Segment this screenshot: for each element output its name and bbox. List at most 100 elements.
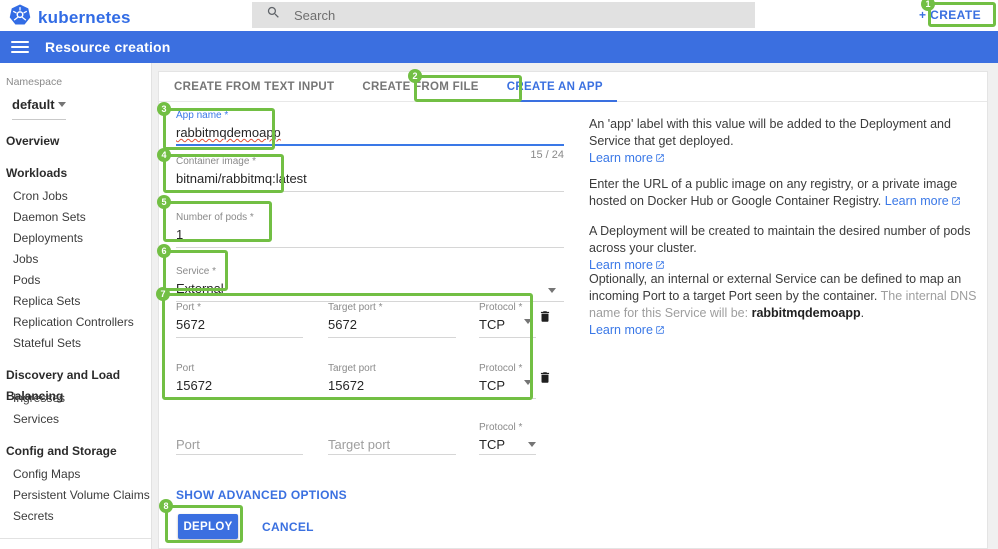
learn-more-link[interactable]: Learn more [885,194,961,208]
help-service: Optionally, an internal or external Serv… [589,271,981,339]
sidebar-item-replica-sets[interactable]: Replica Sets [0,291,151,312]
sidebar-item-persistent-volume-claims[interactable]: Persistent Volume Claims [0,485,151,506]
delete-port-mapping-button[interactable] [536,370,554,388]
kubernetes-wheel-icon [9,4,31,31]
menu-icon[interactable] [11,41,29,53]
target-port-input[interactable]: 15672 [328,378,456,395]
page-toolbar: Resource creation [0,31,998,63]
search-icon [266,5,281,25]
create-button[interactable]: + CREATE [910,3,990,27]
protocol-field[interactable]: Protocol * TCP [479,302,536,338]
port-input[interactable]: Port [176,437,200,454]
help-container-image: Enter the URL of a public image on any r… [589,176,981,210]
target-port-field[interactable]: Target port * 5672 [328,302,456,338]
service-field[interactable]: Service * External [176,266,564,302]
trash-icon [538,373,552,388]
protocol-select[interactable]: TCP [479,437,505,454]
namespace-value: default [12,97,55,112]
container-image-field[interactable]: Container image * bitnami/rabbitmq:lates… [176,156,564,192]
container-image-input[interactable]: bitnami/rabbitmq:latest [176,171,564,188]
sidebar-item-deployments[interactable]: Deployments [0,228,151,249]
sidebar-item-overview[interactable]: Overview [0,131,151,152]
app-name-underline [176,144,564,146]
protocol-label: Protocol * [479,422,522,433]
tab-create-an-app[interactable]: CREATE AN APP [493,72,617,102]
delete-port-mapping-button[interactable] [536,309,554,327]
app-name-field[interactable]: App name * rabbitmqdemoapp 15 / 24 [176,110,564,161]
sidebar-item-secrets[interactable]: Secrets [0,506,151,527]
cancel-button[interactable]: CANCEL [262,520,314,534]
help-number-of-pods: A Deployment will be created to maintain… [589,223,981,274]
show-advanced-options-link[interactable]: SHOW ADVANCED OPTIONS [176,488,347,502]
form-actions: DEPLOY CANCEL [178,514,314,539]
number-of-pods-field[interactable]: Number of pods * 1 [176,212,564,248]
create-tabs: CREATE FROM TEXT INPUT CREATE FROM FILE … [159,72,987,102]
sidebar-section-discovery[interactable]: Discovery and Load Balancing [0,365,151,386]
sidebar-item-cron-jobs[interactable]: Cron Jobs [0,186,151,207]
chevron-down-icon [528,442,536,447]
service-label: Service * [176,266,564,277]
sidebar-item-stateful-sets[interactable]: Stateful Sets [0,333,151,354]
tab-create-from-file[interactable]: CREATE FROM FILE [348,72,492,102]
port-label: Port [176,363,303,374]
kubernetes-logo[interactable]: kubernetes [9,4,131,31]
sidebar-item-jobs[interactable]: Jobs [0,249,151,270]
learn-more-link[interactable]: Learn more [589,323,665,337]
port-label: Port * [176,302,303,313]
port-mapping-row: Port 15672 Target port 15672 Protocol * … [176,363,564,399]
learn-more-link[interactable]: Learn more [589,151,665,165]
sidebar-section-config-storage[interactable]: Config and Storage [0,441,151,462]
search-input[interactable]: Search [252,2,755,28]
port-field[interactable]: Port * 5672 [176,302,303,338]
target-port-field[interactable]: Target port 15672 [328,363,456,399]
service-select[interactable]: External [176,281,564,298]
chevron-down-icon [524,380,532,385]
sidebar: Namespace default Overview Workloads Cro… [0,63,152,549]
app-name-label: App name * [176,110,564,121]
tab-create-from-text-input[interactable]: CREATE FROM TEXT INPUT [160,72,348,102]
sidebar-section-workloads[interactable]: Workloads [0,163,151,184]
app-header: kubernetes Search + CREATE [0,0,998,31]
sidebar-item-services[interactable]: Services [0,409,151,430]
kubernetes-dashboard: kubernetes Search + CREATE Resource crea… [0,0,998,549]
search-placeholder: Search [294,8,335,23]
deploy-button[interactable]: DEPLOY [178,514,238,539]
sidebar-item-config-maps[interactable]: Config Maps [0,464,151,485]
target-port-label: Target port [328,363,456,374]
target-port-input[interactable]: Target port [328,437,390,454]
page-title: Resource creation [45,39,171,55]
chevron-down-icon [548,288,556,293]
container-image-label: Container image * [176,156,564,167]
sidebar-item-ingresses[interactable]: Ingresses [0,388,151,409]
help-app-name: An 'app' label with this value will be a… [589,116,981,167]
dns-name: rabbitmqdemoapp [752,306,861,320]
port-mapping-row: Port * 5672 Target port * 5672 Protocol … [176,302,564,338]
resource-creation-card: CREATE FROM TEXT INPUT CREATE FROM FILE … [158,71,988,549]
sidebar-item-daemon-sets[interactable]: Daemon Sets [0,207,151,228]
chevron-down-icon [524,319,532,324]
target-port-input[interactable]: 5672 [328,317,456,334]
protocol-label: Protocol * [479,363,536,374]
app-name-input[interactable]: rabbitmqdemoapp [176,125,281,140]
learn-more-link[interactable]: Learn more [589,258,665,272]
namespace-selector[interactable]: default [12,97,66,120]
port-input[interactable]: 5672 [176,317,303,334]
namespace-label: Namespace [6,76,151,88]
sidebar-divider [0,538,151,539]
port-input[interactable]: 15672 [176,378,303,395]
trash-icon [538,312,552,327]
help-text: A Deployment will be created to maintain… [589,224,970,255]
port-mappings: Port * 5672 Target port * 5672 Protocol … [176,300,564,400]
protocol-label: Protocol * [479,302,536,313]
target-port-label: Target port * [328,302,456,313]
sidebar-item-pods[interactable]: Pods [0,270,151,291]
chevron-down-icon [58,102,66,107]
help-text: An 'app' label with this value will be a… [589,117,951,148]
sidebar-item-replication-controllers[interactable]: Replication Controllers [0,312,151,333]
port-field[interactable]: Port 15672 [176,363,303,399]
number-of-pods-label: Number of pods * [176,212,564,223]
brand-name: kubernetes [38,8,131,28]
sidebar-nav: Overview Workloads Cron Jobs Daemon Sets… [0,131,151,549]
number-of-pods-input[interactable]: 1 [176,227,564,244]
protocol-field[interactable]: Protocol * TCP [479,363,536,399]
